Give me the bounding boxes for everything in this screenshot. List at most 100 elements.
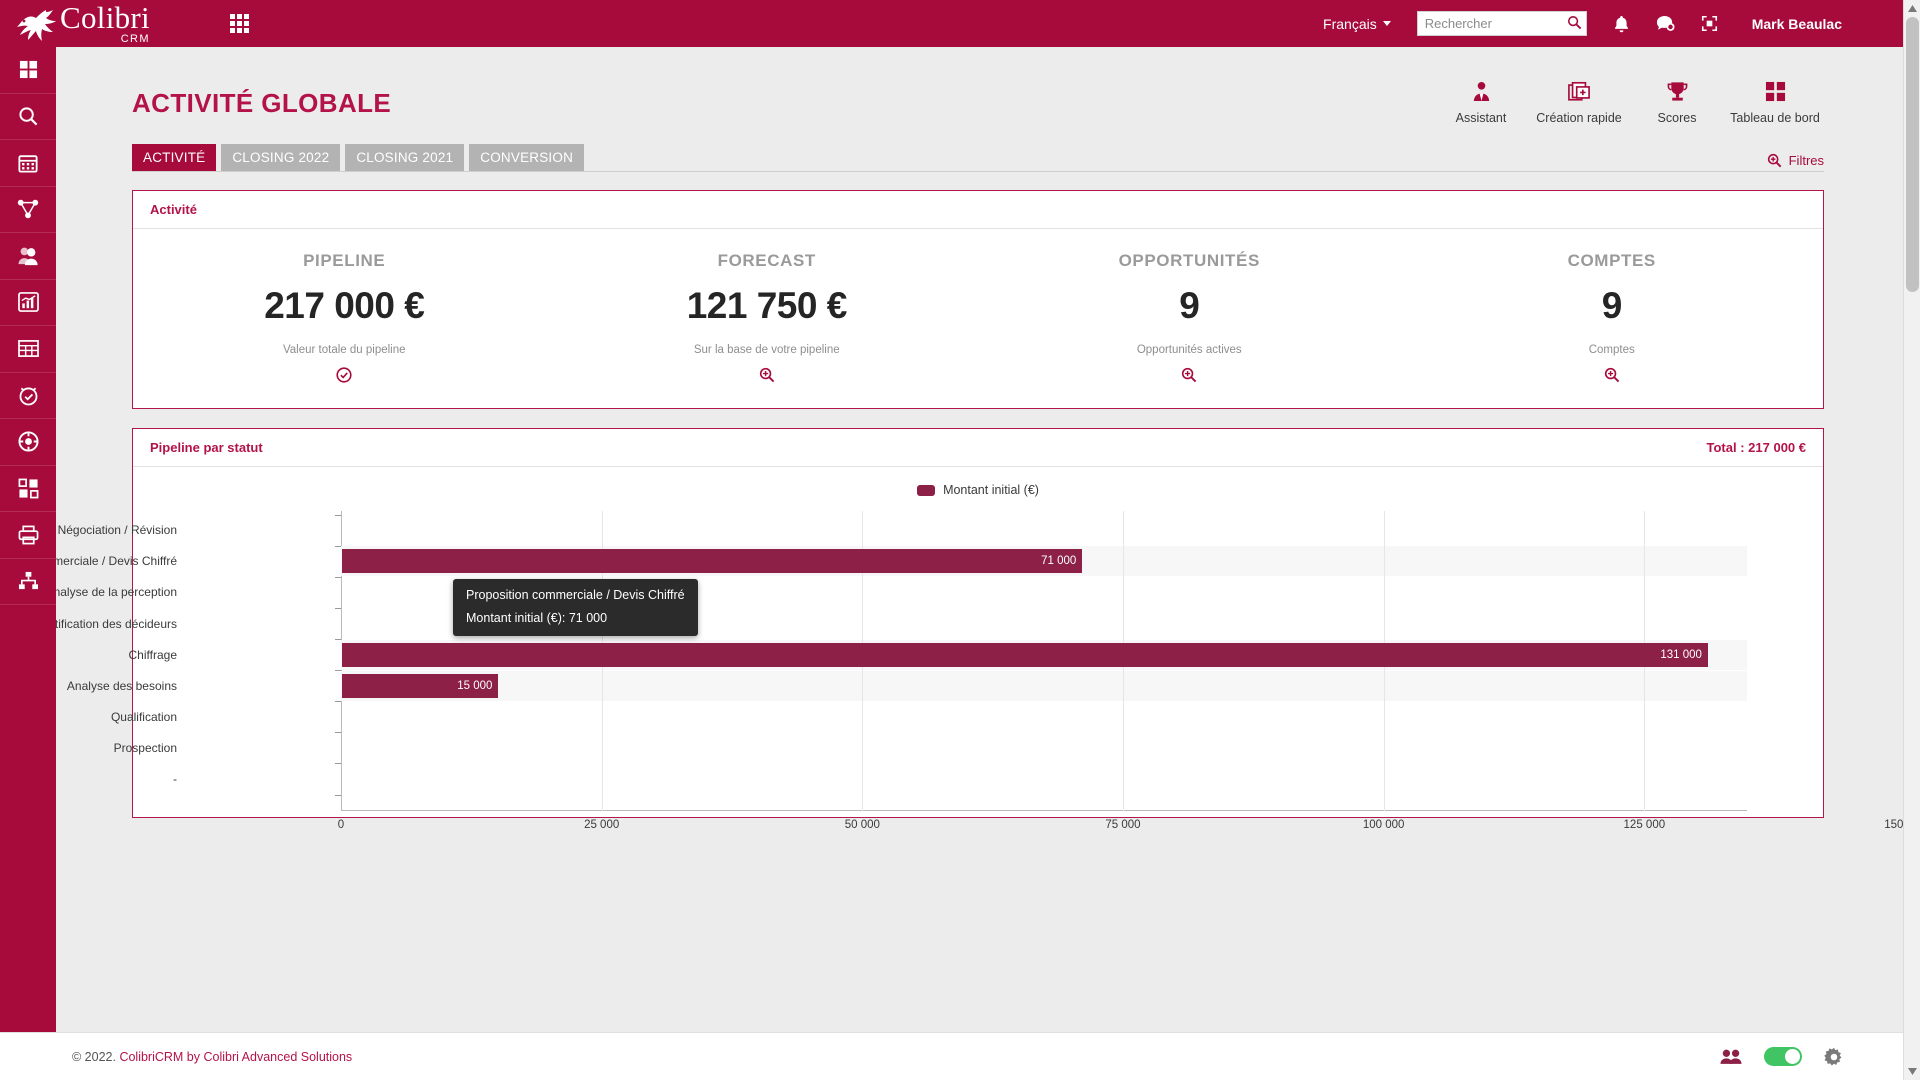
sidebar-item-reports[interactable] — [0, 280, 56, 326]
kpi-value: 217 000 € — [264, 285, 425, 326]
filters-label: Filtres — [1788, 153, 1824, 168]
kpi-comptes: COMPTES 9 Comptes — [1401, 251, 1824, 388]
flow-icon — [18, 478, 38, 499]
action-scores[interactable]: Scores — [1628, 81, 1726, 125]
main-content: ACTIVITÉ GLOBALE Assistant Création rapi… — [56, 47, 1908, 1032]
kpi-label: OPPORTUNITÉS — [1118, 251, 1260, 270]
sidebar-item-search[interactable] — [0, 94, 56, 140]
y-axis-label: Analyse de la perception — [56, 585, 177, 600]
y-axis-label: ommerciale / Devis Chiffré — [56, 554, 177, 569]
y-tick — [335, 732, 341, 734]
y-axis-label: Analyse des besoins — [66, 678, 177, 693]
sidebar-item-contacts[interactable] — [0, 233, 56, 280]
search-icon[interactable] — [1567, 15, 1582, 30]
tooltip-title: Proposition commerciale / Devis Chiffré — [466, 588, 685, 603]
y-tick — [335, 514, 341, 516]
language-selector[interactable]: Français — [1323, 16, 1391, 32]
zoom-in-icon[interactable] — [759, 367, 775, 388]
kpi-subtitle: Sur la base de votre pipeline — [693, 344, 840, 356]
pipeline-chart-panel: Pipeline par statut Total : 217 000 € Mo… — [56, 428, 1908, 831]
users-icon[interactable] — [1720, 1048, 1742, 1065]
sidebar-item-workflow[interactable] — [0, 466, 56, 512]
chart-body: Montant initial (€) Négociation / Révisi… — [56, 467, 1908, 831]
sidebar-item-hierarchy[interactable] — [0, 559, 56, 605]
zoom-in-icon[interactable] — [1604, 367, 1620, 388]
search-input[interactable] — [1416, 11, 1587, 36]
sidebar-item-support[interactable] — [0, 419, 56, 466]
tab-conversion[interactable]: CONVERSION — [469, 144, 585, 171]
copyright: © 2022. ColibriCRM by Colibri Advanced S… — [72, 1050, 352, 1064]
tab-activite[interactable]: ACTIVITÉ — [132, 144, 217, 171]
chart-panel-header: Pipeline par statut Total : 217 000 € — [133, 429, 1823, 467]
y-axis-label: Prospection — [113, 740, 177, 755]
kpi-value: 121 750 € — [686, 285, 848, 326]
sidebar-item-pipeline[interactable] — [0, 187, 56, 233]
user-menu[interactable]: Mark Beaulac — [1752, 16, 1842, 32]
alarm-clock-icon — [19, 387, 37, 406]
lifebuoy-icon — [17, 431, 39, 452]
tooltip-value: Montant initial (€): 71 000 — [466, 611, 608, 626]
sidebar-item-tables[interactable] — [0, 326, 56, 373]
sidebar-item-calendar[interactable] — [0, 140, 56, 187]
filters-button[interactable]: Filtres — [1767, 153, 1824, 171]
x-axis-label: 75 000 — [1105, 819, 1141, 831]
bar[interactable]: 131 000 — [342, 642, 1708, 667]
kpi-subtitle: Valeur totale du pipeline — [282, 344, 406, 356]
tab-closing-2021[interactable]: CLOSING 2021 — [345, 144, 465, 171]
gear-icon[interactable] — [1824, 1047, 1844, 1067]
sidebar-item-tasks[interactable] — [0, 373, 56, 419]
table-icon — [17, 340, 39, 358]
page-scrollbar[interactable] — [1903, 0, 1920, 1080]
app-logo[interactable]: Colibri CRM — [0, 2, 190, 45]
check-circle-icon[interactable] — [336, 367, 352, 388]
search-icon — [18, 107, 37, 126]
kpi-value: 9 — [1601, 285, 1623, 326]
bar-value-label: 131 000 — [1660, 648, 1702, 661]
zoom-in-icon — [1767, 153, 1781, 168]
sidebar-item-dashboard[interactable] — [0, 47, 56, 94]
chevron-down-icon — [1382, 21, 1391, 26]
action-creation-rapide[interactable]: Création rapide — [1530, 81, 1628, 125]
action-label: Tableau de bord — [1730, 111, 1820, 125]
bell-icon[interactable] — [1613, 15, 1630, 33]
bar[interactable]: 71 000 — [342, 549, 1083, 574]
page-header: ACTIVITÉ GLOBALE Assistant Création rapi… — [56, 47, 1908, 137]
zoom-in-icon[interactable] — [1181, 367, 1197, 388]
bar[interactable]: 15 000 — [342, 673, 499, 698]
scroll-up-arrow[interactable] — [1904, 0, 1920, 17]
logo-subtitle: CRM — [120, 33, 150, 45]
calendar-icon — [18, 155, 38, 173]
scrollbar-thumb[interactable] — [1906, 17, 1919, 292]
tab-closing-2022[interactable]: CLOSING 2022 — [221, 144, 341, 171]
search-box — [1416, 11, 1587, 36]
scroll-down-arrow[interactable] — [1904, 1063, 1920, 1080]
activity-panel-header: Activité — [133, 191, 1823, 229]
apps-grid-icon[interactable] — [230, 14, 249, 33]
chat-icon[interactable] — [1656, 15, 1675, 33]
tab-underline — [132, 171, 1824, 172]
y-tick — [335, 607, 341, 609]
x-axis-label: 100 000 — [1362, 819, 1405, 831]
activity-panel: Activité PIPELINE 217 000 € Valeur total… — [132, 190, 1824, 409]
kpi-pipeline: PIPELINE 217 000 € Valeur totale du pipe… — [133, 251, 556, 388]
chart-legend: Montant initial (€) — [133, 467, 1823, 497]
network-icon — [17, 199, 39, 219]
quick-create-icon — [1568, 81, 1590, 101]
legend-swatch — [917, 484, 936, 496]
hummingbird-logo-icon — [17, 10, 56, 41]
kpi-label: PIPELINE — [303, 251, 386, 270]
tab-bar: ACTIVITÉ CLOSING 2022 CLOSING 2021 CONVE… — [56, 137, 1908, 172]
y-tick — [335, 545, 341, 547]
chart-growth-icon — [17, 292, 39, 313]
footer-controls — [1720, 1047, 1920, 1067]
action-assistant[interactable]: Assistant — [1432, 81, 1530, 125]
action-tableau-de-bord[interactable]: Tableau de bord — [1726, 81, 1824, 125]
action-label: Assistant — [1455, 111, 1507, 125]
sidebar-item-print[interactable] — [0, 512, 56, 559]
language-label: Français — [1323, 15, 1377, 32]
fullscreen-icon[interactable] — [1701, 15, 1718, 32]
toggle-switch[interactable] — [1764, 1047, 1802, 1066]
kpi-row: PIPELINE 217 000 € Valeur totale du pipe… — [133, 229, 1823, 408]
printer-icon — [18, 525, 38, 545]
y-tick — [335, 701, 341, 703]
